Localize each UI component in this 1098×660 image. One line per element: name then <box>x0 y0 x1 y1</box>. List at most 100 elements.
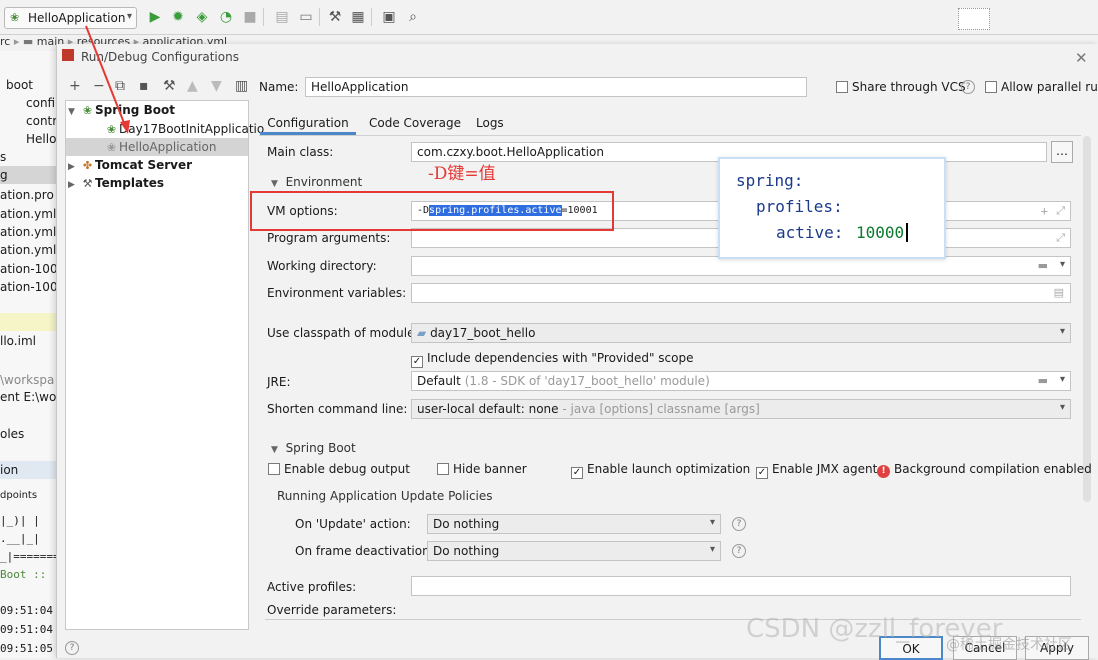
expand-icon[interactable]: ⤢ <box>1056 231 1065 245</box>
tree-group-tomcat[interactable]: ▶ ✤ Tomcat Server <box>68 156 192 174</box>
build-icon[interactable]: ▤ <box>274 9 290 25</box>
stop-icon[interactable]: ■ <box>242 9 258 25</box>
project-tree-item[interactable]: ation.yml <box>0 241 56 259</box>
spring-boot-section[interactable]: ▼ Spring Boot <box>271 441 356 455</box>
name-input[interactable]: HelloApplication <box>305 77 807 97</box>
project-tree-item[interactable]: contr <box>26 112 56 130</box>
yaml-key-spring: spring: <box>736 171 804 190</box>
working-dir-input[interactable]: ▬ ▾ <box>411 256 1071 276</box>
classpath-label: Use classpath of module: <box>267 326 419 340</box>
tomcat-icon: ✤ <box>82 159 93 172</box>
chevron-down-icon[interactable]: ▾ <box>1060 374 1065 385</box>
save-icon[interactable]: ▪ <box>139 78 149 94</box>
project-tree-item[interactable]: ation-100 <box>0 278 56 296</box>
help-icon[interactable]: ? <box>732 517 746 531</box>
run-debug-configurations-dialog: Run/Debug Configurations ✕ + − ⧉ ▪ ⚒ ▲ ▼… <box>56 44 1098 660</box>
expand-icon[interactable]: ⤢ <box>1056 204 1065 218</box>
help-icon[interactable]: ? <box>65 641 79 655</box>
browse-button[interactable]: … <box>1051 141 1073 163</box>
chevron-down-icon: ▾ <box>1059 326 1065 337</box>
allow-parallel-checkbox[interactable]: Allow parallel run <box>985 80 1098 94</box>
project-tree-item[interactable]: ent E:\wo <box>0 388 56 406</box>
project-tree-item[interactable]: g <box>0 166 56 184</box>
tab-code-coverage[interactable]: Code Coverage <box>369 111 461 135</box>
tree-item-label: Day17BootInitApplicatio <box>119 122 265 136</box>
tree-item-helloapplication[interactable]: ❀ HelloApplication <box>66 138 248 156</box>
move-down-icon[interactable]: ▼ <box>211 78 222 94</box>
debug-icon[interactable]: ✹ <box>170 9 186 25</box>
enable-launch-checkbox[interactable]: ✓ Enable launch optimization <box>571 462 750 479</box>
tab-configuration[interactable]: Configuration <box>260 111 356 135</box>
jre-select[interactable]: Default (1.8 - SDK of 'day17_boot_hello'… <box>411 371 1071 391</box>
folder-icon: ▬ <box>22 35 34 48</box>
toolbar-divider <box>263 8 264 26</box>
open-folder-icon[interactable]: ▭ <box>298 9 314 25</box>
enable-debug-checkbox[interactable]: Enable debug output <box>268 462 410 476</box>
tab-divider <box>259 135 1081 136</box>
project-tree-item[interactable]: ation.yml <box>0 205 56 223</box>
profile-icon[interactable]: ◔ <box>218 9 234 25</box>
chevron-down-icon: ▼ <box>271 445 278 455</box>
scrollbar[interactable] <box>1083 136 1091 502</box>
highlight-row <box>0 313 56 331</box>
add-icon[interactable]: + <box>1041 204 1048 218</box>
window-icon[interactable]: ▣ <box>381 9 397 25</box>
memory-indicator <box>958 8 990 30</box>
tab-logs[interactable]: Logs <box>476 111 504 135</box>
yaml-key-active: active: <box>776 223 844 242</box>
active-profiles-input[interactable] <box>411 576 1071 596</box>
tree-group-templates[interactable]: ▶ ⚒ Templates <box>68 174 164 192</box>
project-tree-item[interactable]: ation-100 <box>0 260 56 278</box>
run-config-select[interactable]: ❀ HelloApplication ▾ <box>4 7 137 29</box>
project-tree-item[interactable]: llo.iml <box>0 332 36 350</box>
breadcrumb-item[interactable]: rc <box>0 35 10 48</box>
hide-banner-checkbox[interactable]: Hide banner <box>437 462 527 476</box>
project-tree-item[interactable]: \workspa <box>0 371 54 389</box>
project-tree-item[interactable]: boot <box>6 76 33 94</box>
search-icon[interactable]: ⌕ <box>405 9 421 25</box>
env-vars-input[interactable]: ▤ <box>411 283 1071 303</box>
move-up-icon[interactable]: ▲ <box>187 78 198 94</box>
project-structure-icon[interactable]: ▦ <box>350 9 366 25</box>
help-icon[interactable]: ? <box>732 544 746 558</box>
project-tree-item[interactable]: Hello <box>26 130 56 148</box>
tool-window-tab[interactable]: ion <box>0 461 56 479</box>
run-icon[interactable]: ▶ <box>147 9 163 25</box>
enable-jmx-checkbox[interactable]: ✓ Enable JMX agent <box>756 462 877 479</box>
on-update-select[interactable]: Do nothing ▾ <box>427 514 721 534</box>
include-deps-checkbox[interactable]: ✓ Include dependencies with "Provided" sc… <box>411 351 694 368</box>
project-tree-item[interactable]: oles <box>0 425 24 443</box>
project-tree-item[interactable]: dpoints <box>0 487 37 505</box>
tree-item-day17[interactable]: ❀ Day17BootInitApplicatio <box>104 120 264 138</box>
configurations-tree: ▼ ❀ Spring Boot ❀ Day17BootInitApplicatio ❀… <box>65 100 264 630</box>
share-vcs-checkbox[interactable]: Share through VCS <box>836 80 966 94</box>
chevron-down-icon[interactable]: ▾ <box>1060 259 1065 270</box>
close-icon[interactable]: ✕ <box>1075 49 1088 67</box>
shorten-select[interactable]: user-local default: none - java [options… <box>411 399 1071 419</box>
console-line: 09:51:04 <box>0 623 53 636</box>
folder-icon[interactable]: ▬ <box>1038 259 1048 272</box>
chevron-down-icon: ▾ <box>1059 402 1065 413</box>
module-icon: ▰ <box>417 326 427 340</box>
checkbox-checked-icon: ✓ <box>756 467 768 479</box>
wrench-icon[interactable]: ⚒ <box>327 9 343 25</box>
edit-list-icon[interactable]: ▤ <box>1054 286 1064 299</box>
wrench-icon[interactable]: ⚒ <box>163 78 176 94</box>
remove-icon[interactable]: − <box>93 78 105 94</box>
project-tree-item[interactable]: s <box>0 148 6 166</box>
on-frame-select[interactable]: Do nothing ▾ <box>427 541 721 561</box>
help-icon[interactable]: ? <box>961 80 975 94</box>
classpath-select[interactable]: ▰ day17_boot_hello ▾ <box>411 323 1071 343</box>
project-tree-item[interactable]: confi <box>26 94 55 112</box>
project-tree-item[interactable]: ation.pro <box>0 186 54 204</box>
sort-icon[interactable]: ▥ <box>235 78 248 94</box>
folder-icon[interactable]: ▬ <box>1038 374 1048 387</box>
environment-section[interactable]: ▼ Environment <box>271 175 362 189</box>
dialog-title: Run/Debug Configurations <box>81 50 239 64</box>
active-profiles-label: Active profiles: <box>267 580 357 594</box>
copy-icon[interactable]: ⧉ <box>115 78 125 94</box>
tree-group-spring-boot[interactable]: ▼ ❀ Spring Boot <box>68 101 175 119</box>
project-tree-item[interactable]: ation.yml <box>0 223 56 241</box>
add-icon[interactable]: + <box>69 78 81 94</box>
coverage-icon[interactable]: ◈ <box>194 9 210 25</box>
